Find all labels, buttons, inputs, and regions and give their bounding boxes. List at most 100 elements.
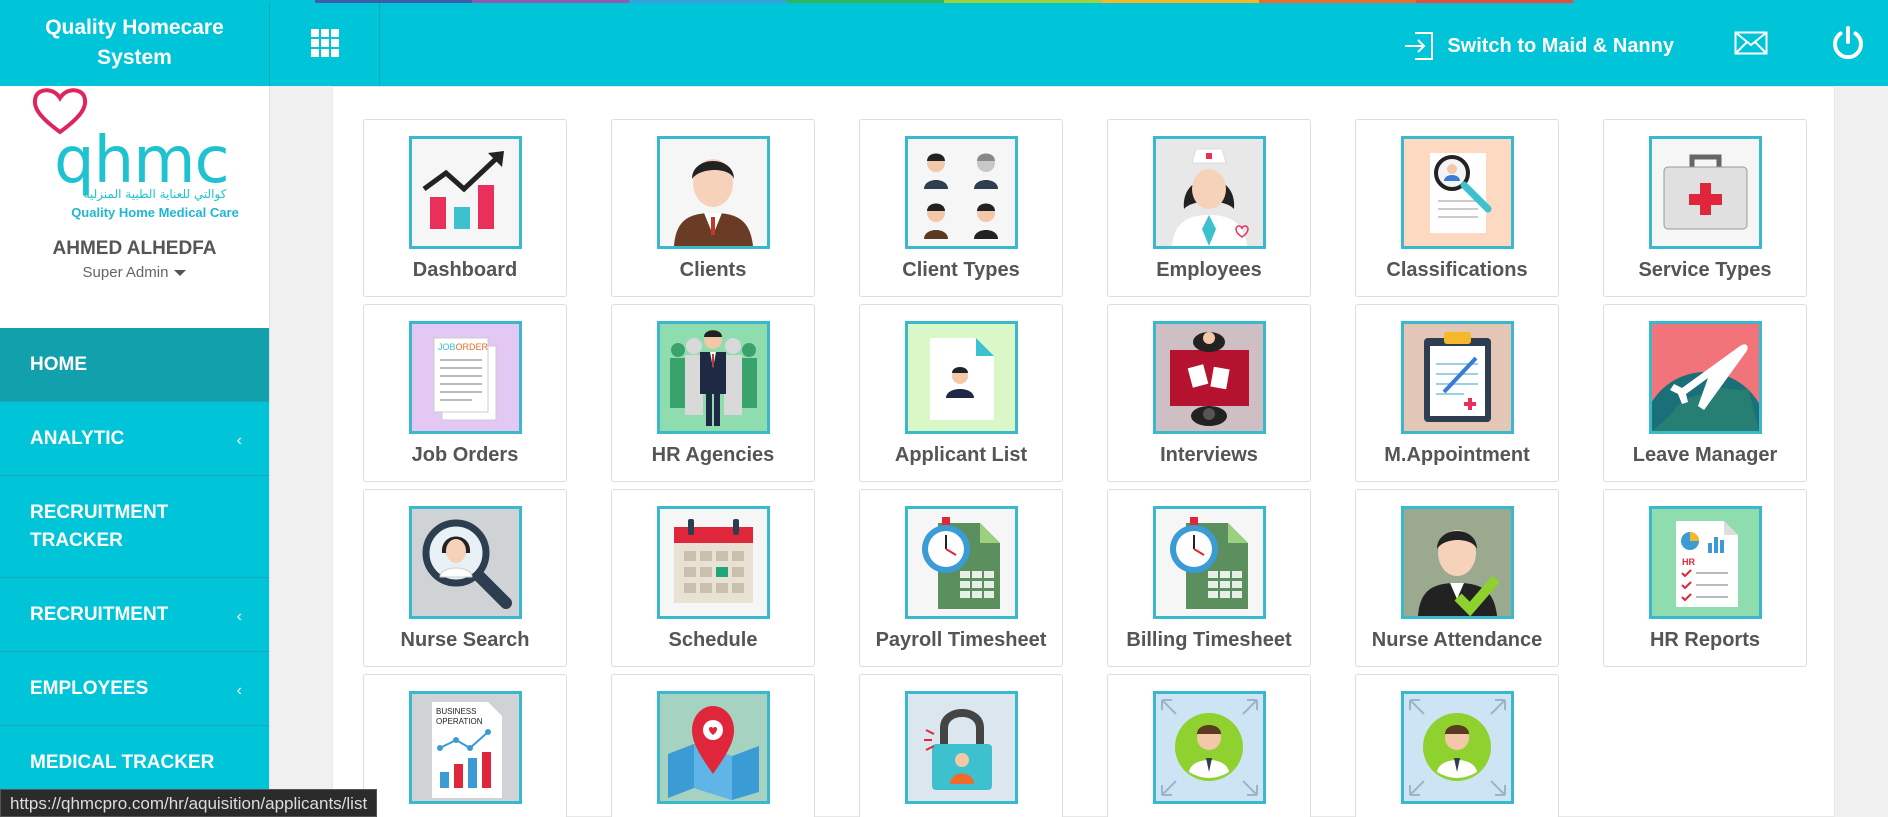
- tile-billing-timesheet[interactable]: Billing Timesheet: [1107, 489, 1311, 667]
- nurse-search-icon: [412, 509, 519, 616]
- tile-user-profile-2[interactable]: [1355, 674, 1559, 817]
- svg-text:HR: HR: [1682, 557, 1695, 567]
- sidebar-item-label: HOME: [30, 353, 87, 375]
- icon-frame: [1401, 506, 1514, 619]
- nurse-icon: [1156, 139, 1263, 246]
- tile-payroll-timesheet[interactable]: Payroll Timesheet: [859, 489, 1063, 667]
- user-expand-icon: [1404, 694, 1511, 801]
- document-search-icon: [1404, 139, 1511, 246]
- client-person-icon: [660, 139, 767, 246]
- tile-m-appointment[interactable]: M.Appointment: [1355, 304, 1559, 482]
- tile-label: Billing Timesheet: [1126, 629, 1292, 651]
- sidebar-item-analytic[interactable]: ANALYTIC ‹: [0, 402, 269, 476]
- brand-title[interactable]: Quality Homecare System: [0, 0, 270, 86]
- icon-frame: [1401, 136, 1514, 249]
- tile-job-orders[interactable]: JOBORDER Job Orders: [363, 304, 567, 482]
- tile-label: Schedule: [668, 629, 758, 651]
- tile-hr-agencies[interactable]: HR Agencies: [611, 304, 815, 482]
- people-group-icon: [908, 139, 1015, 246]
- sidebar-nav: HOME ANALYTIC ‹ RECRUITMENT TRACKER RECR…: [0, 328, 269, 800]
- hr-report-icon: HR: [1652, 509, 1759, 616]
- tile-business-operation[interactable]: BUSINESS OPERATION: [363, 674, 567, 817]
- switch-label: Switch to Maid & Nanny: [1447, 34, 1674, 57]
- status-bar-url: https://qhmcpro.com/hr/aquisition/applic…: [0, 789, 378, 817]
- icon-frame: [905, 691, 1018, 804]
- tile-label: HR Reports: [1649, 629, 1760, 651]
- sidebar-item-home[interactable]: HOME: [0, 328, 269, 402]
- interview-table-icon: [1156, 324, 1263, 431]
- tile-user-profile[interactable]: [1107, 674, 1311, 817]
- timesheet-icon: [908, 509, 1015, 616]
- tile-leave-manager[interactable]: Leave Manager: [1603, 304, 1807, 482]
- tile-nurse-search[interactable]: Nurse Search: [363, 489, 567, 667]
- tile-label: Dashboard: [412, 259, 518, 281]
- tile-clients[interactable]: Clients: [611, 119, 815, 297]
- module-grid: Dashboard Clients Client Types Employees…: [332, 86, 1835, 817]
- tile-label: HR Agencies: [651, 444, 775, 466]
- sidebar-item-recruitment[interactable]: RECRUITMENT ‹: [0, 578, 269, 652]
- tile-interviews[interactable]: Interviews: [1107, 304, 1311, 482]
- apps-grid-button[interactable]: [270, 0, 380, 86]
- icon-frame: [657, 321, 770, 434]
- tile-label: Clients: [679, 259, 747, 281]
- tile-label: Applicant List: [894, 444, 1028, 466]
- tile-classifications[interactable]: Classifications: [1355, 119, 1559, 297]
- icon-frame: [905, 506, 1018, 619]
- top-bar: Quality Homecare System Switch to Maid &…: [0, 0, 1888, 86]
- tile-label: Interviews: [1160, 444, 1258, 466]
- sidebar-item-employees[interactable]: EMPLOYEES ‹: [0, 652, 269, 726]
- power-icon: [1833, 26, 1863, 60]
- tile-access-control[interactable]: [859, 674, 1063, 817]
- svg-text:JOBORDER: JOBORDER: [438, 342, 489, 352]
- logo-subtitle: Quality Home Medical Care: [71, 205, 239, 220]
- sidebar-item-label: RECRUITMENT TRACKER: [30, 501, 169, 551]
- icon-frame: [1649, 136, 1762, 249]
- icon-frame: [1153, 321, 1266, 434]
- icon-frame: [1153, 691, 1266, 804]
- company-logo[interactable]: qhmc كوالتي للعناية الطبية المنزلية Qual…: [0, 86, 269, 236]
- switch-to-maid-nanny-button[interactable]: Switch to Maid & Nanny: [1403, 25, 1674, 61]
- chart-growth-icon: [412, 139, 519, 246]
- applicant-file-icon: [908, 324, 1015, 431]
- business-operation-icon: BUSINESS OPERATION: [412, 694, 519, 801]
- icon-frame: [905, 321, 1018, 434]
- tile-label: Employees: [1156, 259, 1262, 281]
- user-role-label: Super Admin: [82, 264, 169, 281]
- logo-arabic-text: كوالتي للعناية الطبية المنزلية: [83, 187, 227, 201]
- messages-button[interactable]: [1734, 31, 1768, 55]
- user-role-dropdown[interactable]: Super Admin: [0, 264, 269, 281]
- logout-button[interactable]: [1830, 25, 1866, 61]
- tile-label: Classifications: [1386, 259, 1528, 281]
- icon-frame: [409, 506, 522, 619]
- sidebar-item-label: EMPLOYEES: [30, 677, 149, 699]
- top-color-strip: [0, 0, 1888, 3]
- icon-frame: HR: [1649, 506, 1762, 619]
- tile-label: Payroll Timesheet: [875, 629, 1047, 651]
- tile-service-types[interactable]: Service Types: [1603, 119, 1807, 297]
- icon-frame: JOBORDER: [409, 321, 522, 434]
- sidebar-item-label: RECRUITMENT: [30, 603, 169, 625]
- user-expand-icon: [1156, 694, 1263, 801]
- tile-label: Leave Manager: [1632, 444, 1778, 466]
- caret-down-icon: [174, 270, 187, 277]
- grid-icon: [310, 29, 339, 57]
- tile-schedule[interactable]: Schedule: [611, 489, 815, 667]
- chevron-left-icon: ‹: [236, 431, 242, 449]
- chevron-left-icon: ‹: [236, 681, 242, 699]
- tile-client-types[interactable]: Client Types: [859, 119, 1063, 297]
- clipboard-icon: [1404, 324, 1511, 431]
- tile-applicant-list[interactable]: Applicant List: [859, 304, 1063, 482]
- map-pin-icon: [660, 694, 767, 801]
- lock-user-icon: [908, 694, 1015, 801]
- icon-frame: [1401, 691, 1514, 804]
- sidebar-item-recruitment-tracker[interactable]: RECRUITMENT TRACKER: [0, 476, 269, 578]
- tile-label: Nurse Search: [400, 629, 530, 651]
- tile-hr-reports[interactable]: HR HR Reports: [1603, 489, 1807, 667]
- tile-employees[interactable]: Employees: [1107, 119, 1311, 297]
- tile-nurse-attendance[interactable]: Nurse Attendance: [1355, 489, 1559, 667]
- icon-frame: [657, 136, 770, 249]
- timesheet-icon: [1156, 509, 1263, 616]
- icon-frame: [409, 136, 522, 249]
- tile-map-location[interactable]: [611, 674, 815, 817]
- tile-dashboard[interactable]: Dashboard: [363, 119, 567, 297]
